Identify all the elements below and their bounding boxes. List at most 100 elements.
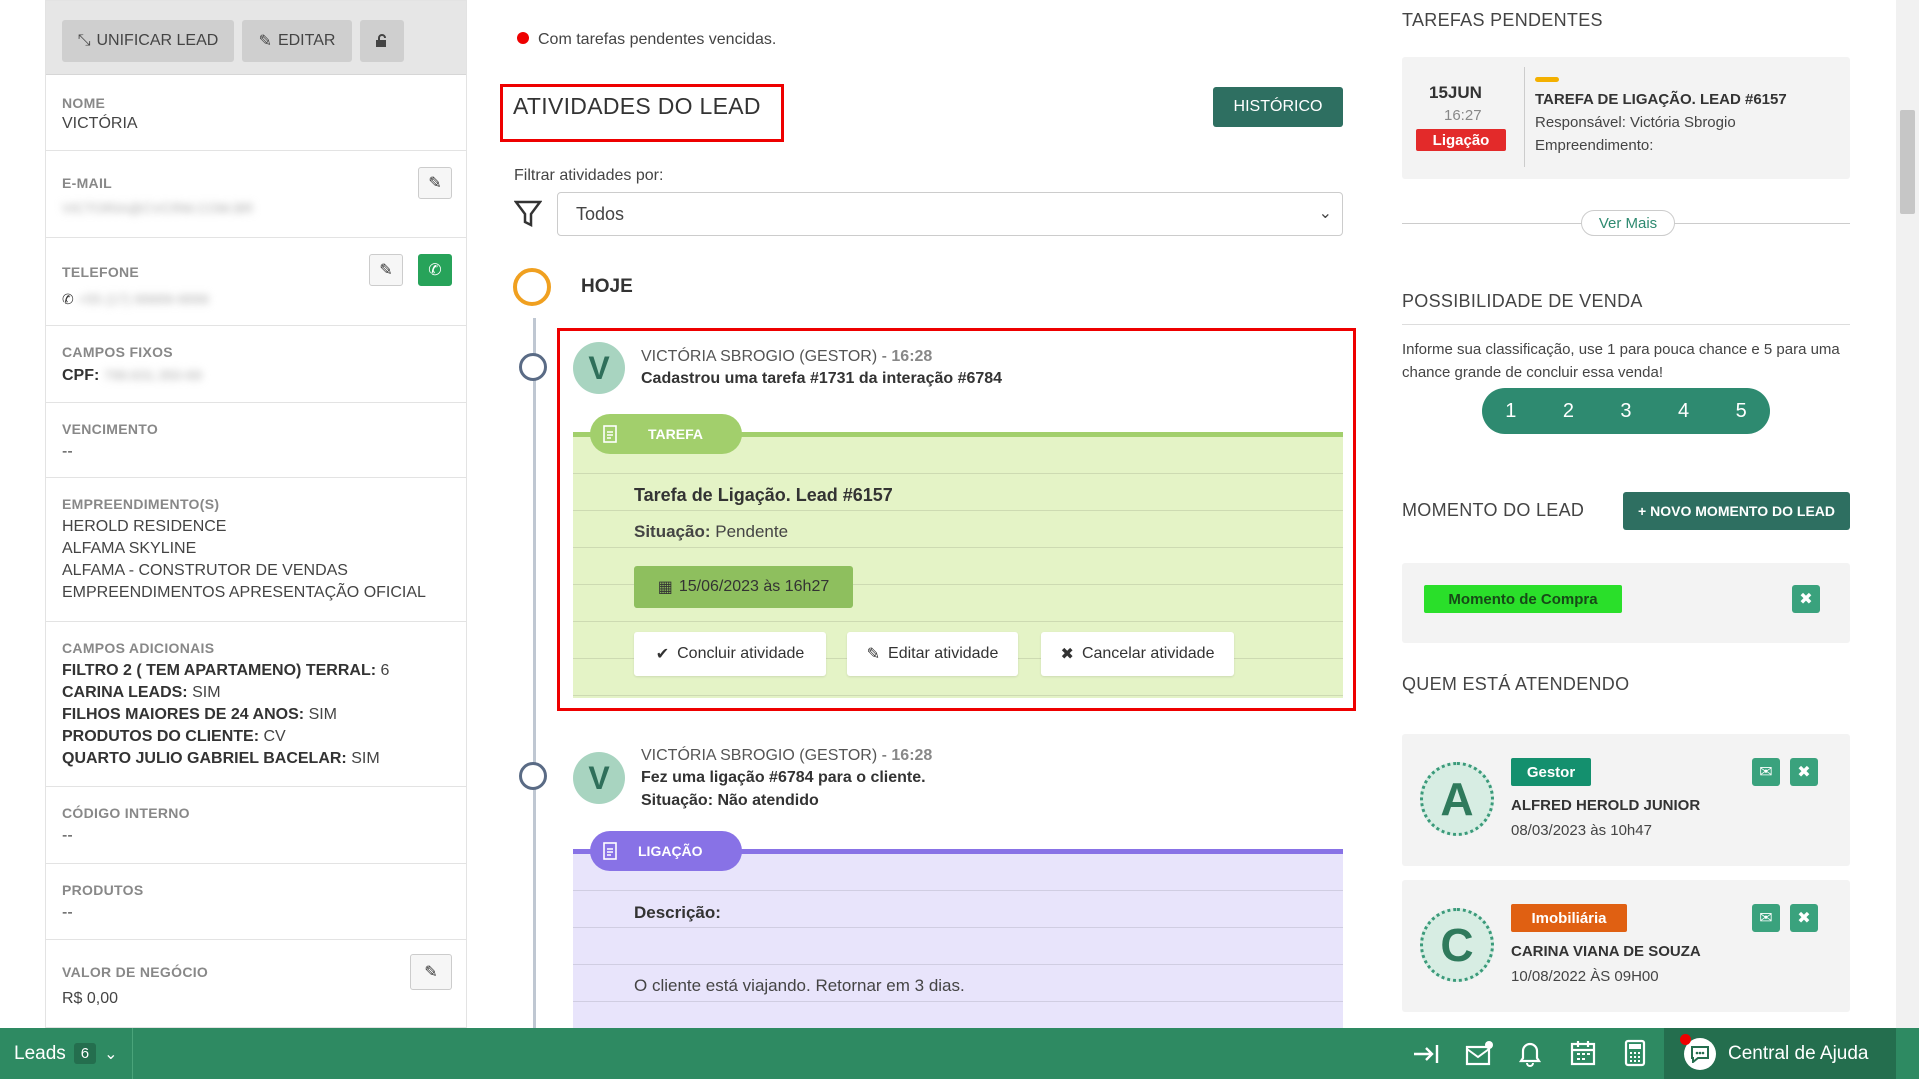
attendant-card: C Imobiliária CARINA VIANA DE SOUZA 10/0…: [1402, 880, 1850, 1012]
rating-4[interactable]: 4: [1678, 400, 1689, 423]
mail-notification-icon[interactable]: [1465, 1039, 1495, 1067]
attendant-name: ALFRED HEROLD JUNIOR: [1511, 797, 1701, 814]
attendant-date: 08/03/2023 às 10h47: [1511, 822, 1652, 839]
remove-attendant-button[interactable]: ✖: [1790, 904, 1818, 932]
activity-text: Fez uma ligação #6784 para o cliente.: [641, 769, 926, 786]
help-center-button[interactable]: Central de Ajuda: [1664, 1028, 1896, 1079]
page-scrollbar[interactable]: [1896, 0, 1919, 1028]
pencil-icon: ✎: [428, 175, 442, 192]
list-item: HEROLD RESIDENCE: [62, 518, 227, 535]
section-title-possibilidade: POSSIBILIDADE DE VENDA: [1402, 291, 1643, 311]
field-value: ✆ +55 (17) 99999-9999: [62, 291, 209, 307]
field-label: PRODUTOS: [62, 882, 144, 898]
field-value: --: [62, 904, 73, 921]
calculator-icon[interactable]: [1624, 1039, 1646, 1067]
unlock-button[interactable]: [360, 20, 404, 62]
priority-bar: [1535, 77, 1559, 82]
remove-attendant-button[interactable]: ✖: [1790, 758, 1818, 786]
list-item: EMPREENDIMENTOS APRESENTAÇÃO OFICIAL: [62, 584, 426, 601]
field-campos-adicionais: CAMPOS ADICIONAIS FILTRO 2 ( TEM APARTAM…: [46, 622, 466, 787]
bell-icon[interactable]: [1518, 1039, 1542, 1067]
edit-activity-button[interactable]: ✎ Editar atividade: [847, 632, 1018, 676]
list-item: FILHOS MAIORES DE 24 ANOS: SIM: [62, 706, 338, 723]
field-produtos: PRODUTOS --: [46, 864, 466, 940]
scrollbar-thumb[interactable]: [1900, 110, 1915, 214]
task-empreendimento: Empreendimento:: [1535, 137, 1654, 154]
remove-momento-button[interactable]: ✖: [1792, 585, 1820, 613]
field-label: CÓDIGO INTERNO: [62, 805, 190, 821]
attendant-date: 10/08/2022 ÀS 09H00: [1511, 968, 1659, 985]
check-icon: ✔: [655, 646, 670, 663]
whatsapp-icon: ✆: [428, 262, 442, 279]
section-title-tarefas: TAREFAS PENDENTES: [1402, 10, 1603, 30]
edit-email-button[interactable]: ✎: [418, 167, 452, 199]
email-attendant-button[interactable]: ✉: [1752, 904, 1780, 932]
document-icon: [603, 842, 617, 860]
call-card: [573, 849, 1343, 1028]
timeline-dot: [519, 353, 547, 381]
avatar: V: [573, 752, 625, 804]
email-attendant-button[interactable]: ✉: [1752, 758, 1780, 786]
pencil-icon: ✎: [866, 646, 881, 663]
field-email: E-MAIL VICTORIA@CVCRM.COM.BR ✎: [46, 151, 466, 238]
list-item: ALFAMA SKYLINE: [62, 540, 197, 557]
activity-author: VICTÓRIA SBROGIO (GESTOR) - 16:28: [641, 747, 933, 764]
field-label: TELEFONE: [62, 264, 140, 280]
pencil-icon: ✎: [258, 33, 272, 50]
call-tag: LIGAÇÃO: [590, 831, 742, 871]
complete-activity-button[interactable]: ✔ Concluir atividade: [634, 632, 826, 676]
field-empreendimentos: EMPREENDIMENTO(S) HEROLD RESIDENCE ALFAM…: [46, 478, 466, 622]
section-title-momento: MOMENTO DO LEAD: [1402, 500, 1585, 520]
attendant-name: CARINA VIANA DE SOUZA: [1511, 943, 1701, 960]
call-description-label: Descrição:: [634, 903, 721, 922]
divider: [1524, 67, 1525, 167]
pending-task-card[interactable]: 15JUN 16:27 Ligação TAREFA DE LIGAÇÃO. L…: [1402, 57, 1850, 179]
cancel-activity-button[interactable]: ✖ Cancelar atividade: [1041, 632, 1234, 676]
field-value: HEROLD RESIDENCE ALFAMA SKYLINE ALFAMA -…: [62, 516, 426, 604]
rating-3[interactable]: 3: [1620, 400, 1631, 423]
field-nome: NOME VICTÓRIA: [46, 75, 466, 151]
rating-5[interactable]: 5: [1736, 400, 1747, 423]
list-item: PRODUTOS DO CLIENTE: CV: [62, 728, 286, 745]
possibilidade-text: Informe sua classificação, use 1 para po…: [1402, 341, 1840, 381]
rating-2[interactable]: 2: [1563, 400, 1574, 423]
attendant-card: A Gestor ALFRED HEROLD JUNIOR 08/03/2023…: [1402, 734, 1850, 866]
today-label: HOJE: [581, 276, 633, 297]
exit-icon[interactable]: [1412, 1041, 1440, 1067]
whatsapp-button[interactable]: ✆: [418, 254, 452, 286]
close-icon: ✖: [1799, 591, 1813, 608]
edit-lead-button[interactable]: ✎ EDITAR: [242, 20, 352, 62]
task-responsavel: Responsável: Victória Sbrogio: [1535, 114, 1736, 131]
chevron-down-icon: ⌄: [104, 1045, 118, 1063]
field-label: CAMPOS ADICIONAIS: [62, 640, 215, 656]
rating-1[interactable]: 1: [1505, 400, 1516, 423]
momento-panel: Momento de Compra ✖: [1402, 563, 1850, 643]
unify-lead-button[interactable]: ⤡ UNIFICAR LEAD: [62, 20, 234, 62]
field-label: NOME: [62, 95, 106, 111]
section-title-quem: QUEM ESTÁ ATENDENDO: [1402, 674, 1630, 694]
historico-button[interactable]: HISTÓRICO: [1213, 87, 1343, 127]
edit-valor-button[interactable]: ✎: [410, 954, 452, 990]
field-vencimento: VENCIMENTO --: [46, 403, 466, 478]
edit-phone-button[interactable]: ✎: [369, 254, 403, 286]
field-telefone: TELEFONE ✆ +55 (17) 99999-9999 ✎ ✆: [46, 238, 466, 326]
field-value: CPF: 799.631.350-69: [62, 367, 202, 384]
role-badge: Imobiliária: [1511, 904, 1627, 932]
field-value: VICTÓRIA: [62, 115, 138, 132]
calendar-icon: ▦: [657, 579, 673, 596]
activity-status: Situação: Não atendido: [641, 792, 819, 809]
activity-filter-select[interactable]: Todos ⌄: [557, 192, 1343, 236]
calendar-icon[interactable]: [1569, 1039, 1597, 1067]
field-label: EMPREENDIMENTO(S): [62, 496, 220, 512]
task-tag: TAREFA: [590, 414, 742, 454]
filter-icon: [514, 200, 542, 228]
page-title: ATIVIDADES DO LEAD: [513, 93, 761, 119]
ver-mais-button[interactable]: Ver Mais: [1581, 210, 1675, 236]
document-icon: [603, 425, 617, 443]
novo-momento-button[interactable]: + NOVO MOMENTO DO LEAD: [1623, 492, 1850, 530]
overdue-dot-icon: [517, 32, 529, 44]
merge-icon: ⤡: [77, 32, 91, 49]
leads-menu[interactable]: Leads 6 ⌄: [0, 1028, 133, 1079]
envelope-icon: ✉: [1759, 764, 1773, 781]
task-day: 15JUN: [1429, 83, 1482, 102]
